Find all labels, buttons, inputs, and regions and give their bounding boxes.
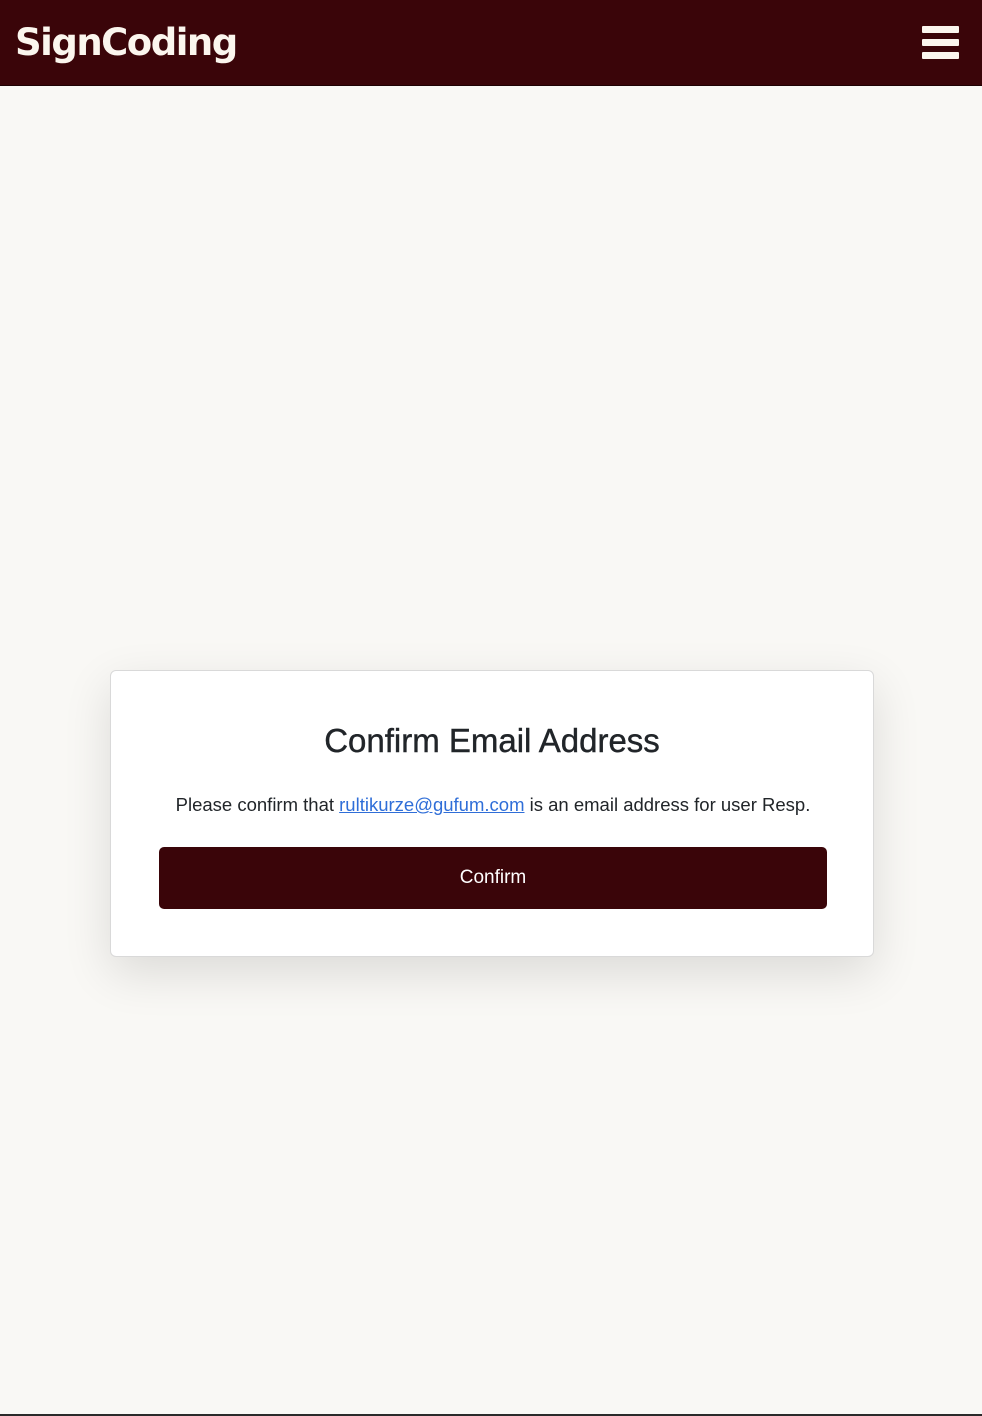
top-navbar: SignCoding — [0, 0, 982, 86]
confirm-email-card: Confirm Email Address Please confirm tha… — [110, 670, 874, 957]
menu-bar-top — [922, 26, 959, 33]
card-title: Confirm Email Address — [324, 722, 660, 759]
menu-bar-middle — [922, 39, 959, 46]
brand-logo-link[interactable]: SignCoding — [15, 18, 238, 68]
confirm-button[interactable]: Confirm — [159, 847, 827, 909]
message-prefix: Please confirm that — [175, 794, 340, 815]
email-link[interactable]: rultikurze@gufum.com — [339, 794, 524, 815]
menu-bar-bottom — [922, 52, 959, 59]
hamburger-menu-icon[interactable] — [921, 25, 961, 61]
confirm-email-message: Please confirm that rultikurze@gufum.com… — [159, 791, 827, 819]
message-suffix: is an email address for user Resp. — [524, 794, 811, 815]
